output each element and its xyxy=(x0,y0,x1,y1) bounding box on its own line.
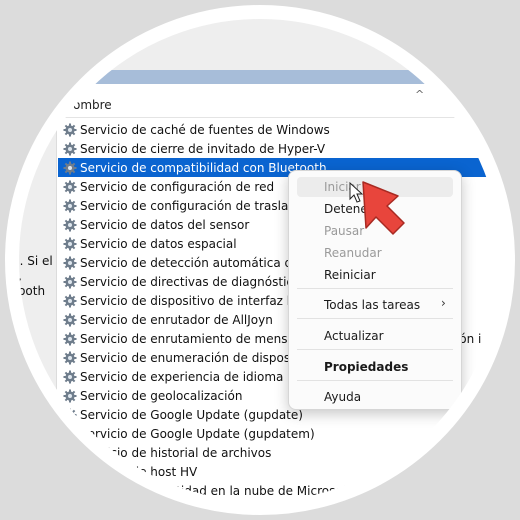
service-name: Servicio de enumeración de dispositivo xyxy=(80,350,316,365)
gear-icon xyxy=(63,465,77,479)
gear-icon xyxy=(63,161,77,175)
menu-item-stop[interactable]: Detener xyxy=(324,202,373,216)
menu-item-resume[interactable]: Reanudar xyxy=(324,246,382,260)
services-window: os. Si el ta, etooth ar Nombre ^ Servici… xyxy=(0,0,520,520)
description-line: ta, xyxy=(6,269,22,283)
context-menu: Iniciar Detener Pausar Reanudar Reinicia… xyxy=(288,170,462,410)
service-name: Servicio de datos espacial xyxy=(80,236,237,251)
header-divider xyxy=(57,117,520,118)
menu-item-start[interactable]: Iniciar xyxy=(324,180,361,194)
menu-item-restart[interactable]: Reiniciar xyxy=(324,268,376,282)
gear-icon xyxy=(63,484,77,498)
gear-icon xyxy=(63,180,77,194)
gear-icon xyxy=(63,427,77,441)
gear-icon xyxy=(63,503,77,517)
window-header-area xyxy=(0,0,520,70)
sort-up-icon[interactable]: ^ xyxy=(415,88,424,101)
service-name: Servicio de implementación de AppX (AppX… xyxy=(80,502,371,517)
table-row[interactable]: Servicio de identidad en la nube de Micr… xyxy=(58,481,520,500)
service-name: Servicio de historial de archivos xyxy=(80,445,272,460)
table-row[interactable]: Servicio de historial de archivos xyxy=(58,443,520,462)
table-row[interactable]: Servicio de Google Update (gupdatem) xyxy=(58,424,520,443)
column-header-name[interactable]: Nombre xyxy=(64,98,112,112)
gear-icon xyxy=(63,142,77,156)
service-name: Servicio de configuración de traslación xyxy=(80,198,314,213)
menu-hover-highlight xyxy=(297,177,453,197)
service-name: Servicio de caché de fuentes de Windows xyxy=(80,122,330,137)
description-line: etooth xyxy=(6,284,46,298)
service-name: Servicio de Google Update (gupdate) xyxy=(80,407,303,422)
gear-icon xyxy=(63,294,77,308)
service-name: Servicio de geolocalización xyxy=(80,388,243,403)
menu-item-properties[interactable]: Propiedades xyxy=(324,360,408,374)
menu-item-refresh[interactable]: Actualizar xyxy=(324,329,384,343)
service-name: Servicio de directivas de diagnóstico xyxy=(80,274,301,289)
table-row[interactable]: Servicio de host HV xyxy=(58,462,520,481)
service-name: Servicio de host HV xyxy=(80,464,198,479)
gear-icon xyxy=(63,275,77,289)
toolbar-strip xyxy=(0,70,520,84)
pane-divider[interactable] xyxy=(56,84,57,520)
menu-separator xyxy=(297,349,453,350)
menu-item-help[interactable]: Ayuda xyxy=(324,390,361,404)
service-name: Servicio de configuración de red xyxy=(80,179,275,194)
menu-separator xyxy=(297,380,453,381)
gear-icon xyxy=(63,446,77,460)
gear-icon xyxy=(63,256,77,270)
menu-item-pause[interactable]: Pausar xyxy=(324,224,364,238)
service-name: Servicio de identidad en la nube de Micr… xyxy=(80,483,352,498)
menu-separator xyxy=(297,318,453,319)
service-name: Servicio de datos del sensor xyxy=(80,217,250,232)
service-name: Servicio de cierre de invitado de Hyper-… xyxy=(80,141,326,156)
gear-icon xyxy=(63,408,77,422)
gear-icon xyxy=(63,123,77,137)
description-text: os. Si el ta, etooth ar xyxy=(6,254,53,314)
description-line: os. Si el xyxy=(6,254,53,268)
gear-icon xyxy=(63,199,77,213)
menu-separator xyxy=(297,288,453,289)
gear-icon xyxy=(63,237,77,251)
service-name: Servicio de dispositivo de interfaz huma xyxy=(80,293,322,308)
table-row[interactable]: Servicio de caché de fuentes de Windows xyxy=(58,120,520,139)
gear-icon xyxy=(63,389,77,403)
service-name: Servicio de experiencia de idioma xyxy=(80,369,284,384)
gear-icon xyxy=(63,370,77,384)
gear-icon xyxy=(63,218,77,232)
service-name: Servicio de detección automática de pr xyxy=(80,255,316,270)
gear-icon xyxy=(63,313,77,327)
gear-icon xyxy=(63,332,77,346)
table-row[interactable]: Servicio de implementación de AppX (AppX… xyxy=(58,500,520,519)
menu-item-all-tasks[interactable]: Todas las tareas xyxy=(324,298,420,312)
service-name: Servicio de enrutamiento de mensajes d xyxy=(80,331,324,346)
service-name: Servicio de enrutador de AllJoyn xyxy=(80,312,273,327)
description-line: ar xyxy=(6,299,19,313)
gear-icon xyxy=(63,351,77,365)
service-name: Servicio de Google Update (gupdatem) xyxy=(80,426,315,441)
table-row[interactable]: Servicio de cierre de invitado de Hyper-… xyxy=(58,139,520,158)
chevron-right-icon: › xyxy=(441,296,446,310)
